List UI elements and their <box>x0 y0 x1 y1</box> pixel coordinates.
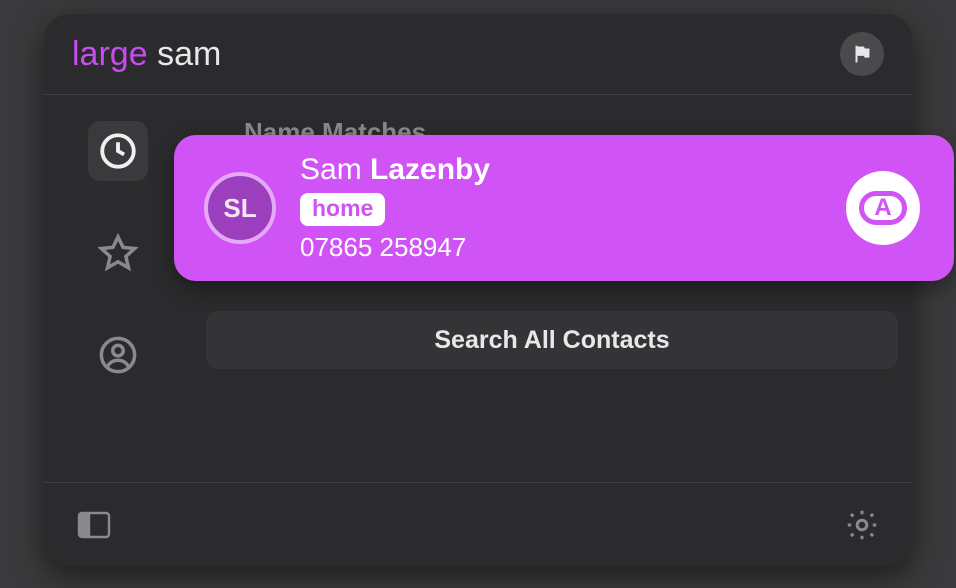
search-all-contacts-button[interactable]: Search All Contacts <box>206 311 898 369</box>
search-query: sam <box>157 35 221 73</box>
search-input[interactable]: large sam <box>72 35 840 74</box>
contact-result[interactable]: SL Sam Lazenby home 07865 258947 A <box>174 135 954 281</box>
clock-icon <box>97 130 139 172</box>
settings-button[interactable] <box>842 505 882 545</box>
phone-tag: home <box>300 193 385 226</box>
content: Name Matches SL Sam Lazenby home 07865 2… <box>192 95 912 482</box>
search-prefix: large <box>72 35 148 73</box>
flag-button[interactable] <box>840 32 884 76</box>
first-name: Sam <box>300 153 362 186</box>
person-circle-icon <box>97 334 139 376</box>
panel-icon <box>77 511 111 539</box>
avatar: SL <box>204 172 276 244</box>
search-all-label: Search All Contacts <box>434 326 669 355</box>
last-name: Lazenby <box>370 153 490 186</box>
sidebar-item-recent[interactable] <box>88 121 148 181</box>
panel-toggle-button[interactable] <box>74 505 114 545</box>
flag-icon <box>851 43 873 65</box>
search-popover: large sam <box>44 14 912 566</box>
action-badge[interactable]: A <box>846 171 920 245</box>
sidebar <box>44 95 192 482</box>
avatar-initials: SL <box>223 193 256 224</box>
gear-icon <box>844 507 880 543</box>
sidebar-item-favorites[interactable] <box>88 223 148 283</box>
search-row: large sam <box>44 14 912 95</box>
phone-number: 07865 258947 <box>300 232 846 263</box>
sidebar-item-contacts[interactable] <box>88 325 148 385</box>
body: Name Matches SL Sam Lazenby home 07865 2… <box>44 95 912 482</box>
popover-pointer <box>500 13 532 31</box>
footer <box>44 482 912 566</box>
contact-name: Sam Lazenby <box>300 153 846 187</box>
star-icon <box>97 232 139 274</box>
action-pill-icon: A <box>859 191 907 225</box>
contact-details: Sam Lazenby home 07865 258947 <box>300 153 846 263</box>
action-letter: A <box>874 194 891 222</box>
